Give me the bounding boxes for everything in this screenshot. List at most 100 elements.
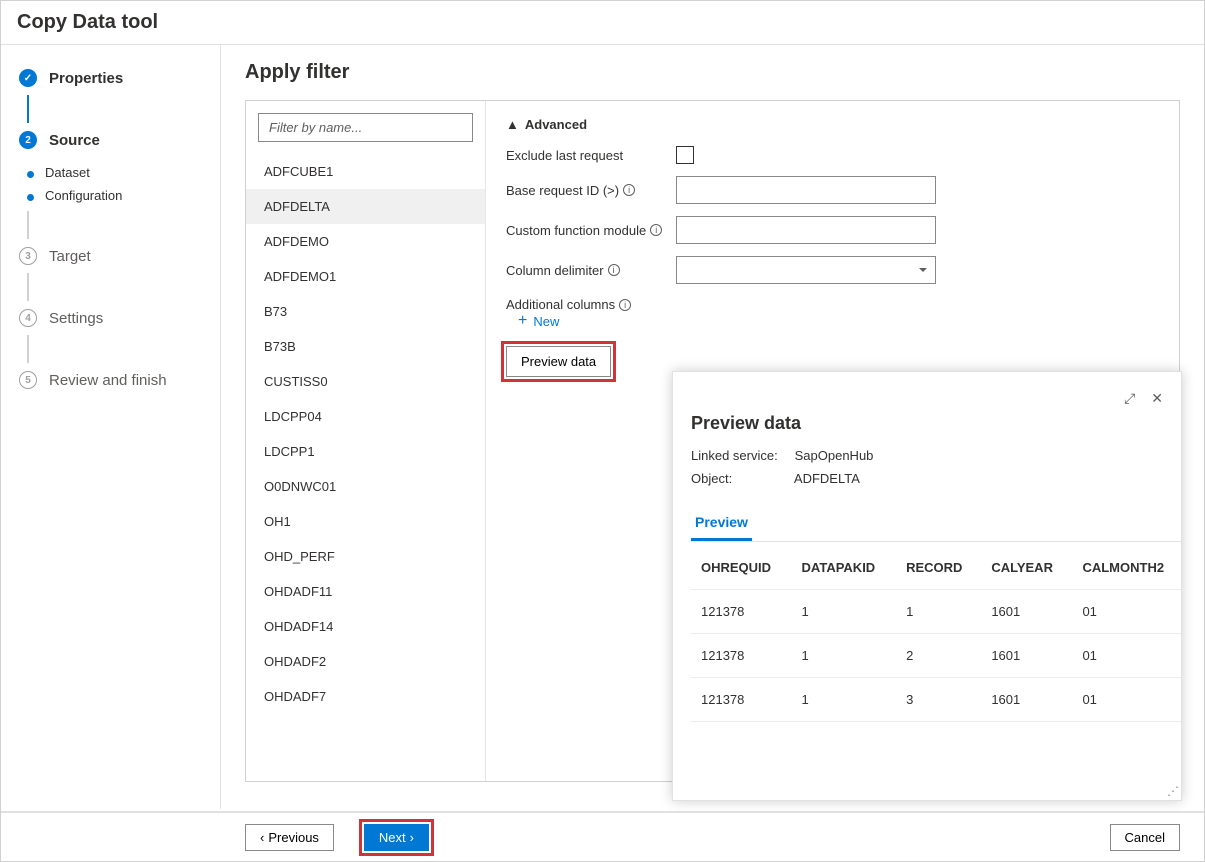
table-cell: 121378 — [691, 590, 792, 634]
close-icon[interactable]: ✕ — [1151, 390, 1163, 407]
tool-title: Copy Data tool — [1, 1, 1204, 45]
step-connector — [27, 273, 29, 301]
table-row: 12137812160101CH02 — [691, 634, 1181, 678]
tab-preview[interactable]: Preview — [691, 506, 752, 541]
step-label: Settings — [49, 310, 103, 327]
preview-popup: ⤢ ✕ Preview data Linked service: SapOpen… — [672, 371, 1182, 801]
table-cell: 1 — [792, 634, 897, 678]
checkbox-exclude-last[interactable] — [676, 146, 694, 164]
filter-input[interactable] — [258, 113, 473, 142]
label-column-delimiter: Column delimiter i — [506, 263, 676, 278]
step-settings[interactable]: 4 Settings — [1, 301, 220, 335]
list-item[interactable]: ADFDEMO — [246, 224, 485, 259]
step-label: Review and finish — [49, 372, 167, 389]
expand-icon[interactable]: ⤢ — [1124, 390, 1135, 407]
table-row: 12137813160101CH04 — [691, 678, 1181, 722]
previous-button[interactable]: ‹ Previous — [245, 824, 334, 851]
step-number-icon: 3 — [19, 247, 37, 265]
input-custom-function[interactable] — [676, 216, 936, 244]
column-header[interactable]: OHREQUID — [691, 546, 792, 590]
step-connector — [27, 335, 29, 363]
input-base-request-id[interactable] — [676, 176, 936, 204]
list-item[interactable]: OHDADF7 — [246, 679, 485, 714]
info-icon[interactable]: i — [619, 299, 631, 311]
next-button[interactable]: Next › — [364, 824, 429, 851]
select-column-delimiter[interactable] — [676, 256, 936, 284]
table-cell: 1 — [896, 590, 981, 634]
wizard-sidebar: ✓ Properties 2 Source Dataset Configurat… — [1, 45, 221, 809]
step-properties[interactable]: ✓ Properties — [1, 61, 220, 95]
list-item[interactable]: ADFCUBE1 — [246, 154, 485, 189]
row-base-request-id: Base request ID (>) i — [506, 176, 1159, 204]
preview-table: OHREQUIDDATAPAKIDRECORDCALYEARCALMONTH2/… — [691, 546, 1181, 722]
cancel-button[interactable]: Cancel — [1110, 824, 1180, 851]
check-icon: ✓ — [19, 69, 37, 87]
resize-handle-icon[interactable]: ⋰ — [1167, 784, 1179, 798]
list-item[interactable]: O0DNWC01 — [246, 469, 485, 504]
table-cell: 121378 — [691, 634, 792, 678]
table-cell: 1 — [792, 590, 897, 634]
list-item[interactable]: ADFDELTA — [246, 189, 485, 224]
step-number-icon: 5 — [19, 371, 37, 389]
list-item[interactable]: ADFDEMO1 — [246, 259, 485, 294]
list-item[interactable]: OHDADF2 — [246, 644, 485, 679]
table-cell: 1601 — [981, 634, 1072, 678]
table-cell: 01 — [1072, 590, 1181, 634]
table-cell: 1601 — [981, 678, 1072, 722]
substep-configuration[interactable]: Configuration — [1, 188, 220, 203]
table-row: 12137811160101CH02 — [691, 590, 1181, 634]
row-column-delimiter: Column delimiter i — [506, 256, 1159, 284]
column-header[interactable]: RECORD — [896, 546, 981, 590]
triangle-down-icon: ▲ — [506, 117, 519, 132]
table-cell: 3 — [896, 678, 981, 722]
list-item[interactable]: LDCPP1 — [246, 434, 485, 469]
chevron-left-icon: ‹ — [260, 830, 264, 845]
preview-table-wrap[interactable]: OHREQUIDDATAPAKIDRECORDCALYEARCALMONTH2/… — [691, 546, 1181, 792]
step-label: Target — [49, 248, 91, 265]
step-number-icon: 4 — [19, 309, 37, 327]
object-list-panel: ADFCUBE1ADFDELTAADFDEMOADFDEMO1B73B73BCU… — [246, 101, 486, 781]
object-list[interactable]: ADFCUBE1ADFDELTAADFDEMOADFDEMO1B73B73BCU… — [246, 154, 485, 781]
step-label: Properties — [49, 70, 123, 87]
column-header[interactable]: DATAPAKID — [792, 546, 897, 590]
table-cell: 1 — [792, 678, 897, 722]
column-header[interactable]: CALMONTH2 — [1072, 546, 1181, 590]
add-column-link[interactable]: + New — [518, 312, 1159, 330]
wizard-footer: ‹ Previous Next › Cancel — [1, 811, 1204, 861]
info-icon[interactable]: i — [608, 264, 620, 276]
column-header[interactable]: CALYEAR — [981, 546, 1072, 590]
step-source[interactable]: 2 Source — [1, 123, 220, 157]
list-item[interactable]: CUSTISS0 — [246, 364, 485, 399]
list-item[interactable]: OHD_PERF — [246, 539, 485, 574]
list-item[interactable]: OHDADF14 — [246, 609, 485, 644]
row-custom-function: Custom function module i — [506, 216, 1159, 244]
row-exclude-last: Exclude last request — [506, 146, 1159, 164]
substep-dataset[interactable]: Dataset — [1, 165, 220, 180]
list-item[interactable]: OH1 — [246, 504, 485, 539]
popup-object: Object: ADFDELTA — [691, 471, 1181, 486]
list-item[interactable]: OHDADF11 — [246, 574, 485, 609]
info-icon[interactable]: i — [623, 184, 635, 196]
info-icon[interactable]: i — [650, 224, 662, 236]
advanced-toggle[interactable]: ▲ Advanced — [506, 117, 1159, 132]
table-cell: 01 — [1072, 678, 1181, 722]
table-cell: 2 — [896, 634, 981, 678]
chevron-right-icon: › — [410, 830, 414, 845]
new-label: New — [533, 314, 559, 329]
step-connector — [27, 95, 29, 123]
popup-title: Preview data — [691, 413, 1181, 434]
advanced-label: Advanced — [525, 117, 587, 132]
label-custom-function: Custom function module i — [506, 223, 676, 238]
list-item[interactable]: B73 — [246, 294, 485, 329]
page-heading: Apply filter — [245, 61, 1180, 84]
label-additional-columns: Additional columns i — [506, 297, 676, 312]
preview-data-button[interactable]: Preview data — [506, 346, 611, 377]
popup-linked-service: Linked service: SapOpenHub — [691, 448, 1181, 463]
table-cell: 01 — [1072, 634, 1181, 678]
table-cell: 1601 — [981, 590, 1072, 634]
step-target[interactable]: 3 Target — [1, 239, 220, 273]
step-review[interactable]: 5 Review and finish — [1, 363, 220, 397]
list-item[interactable]: B73B — [246, 329, 485, 364]
list-item[interactable]: LDCPP04 — [246, 399, 485, 434]
table-cell: 121378 — [691, 678, 792, 722]
